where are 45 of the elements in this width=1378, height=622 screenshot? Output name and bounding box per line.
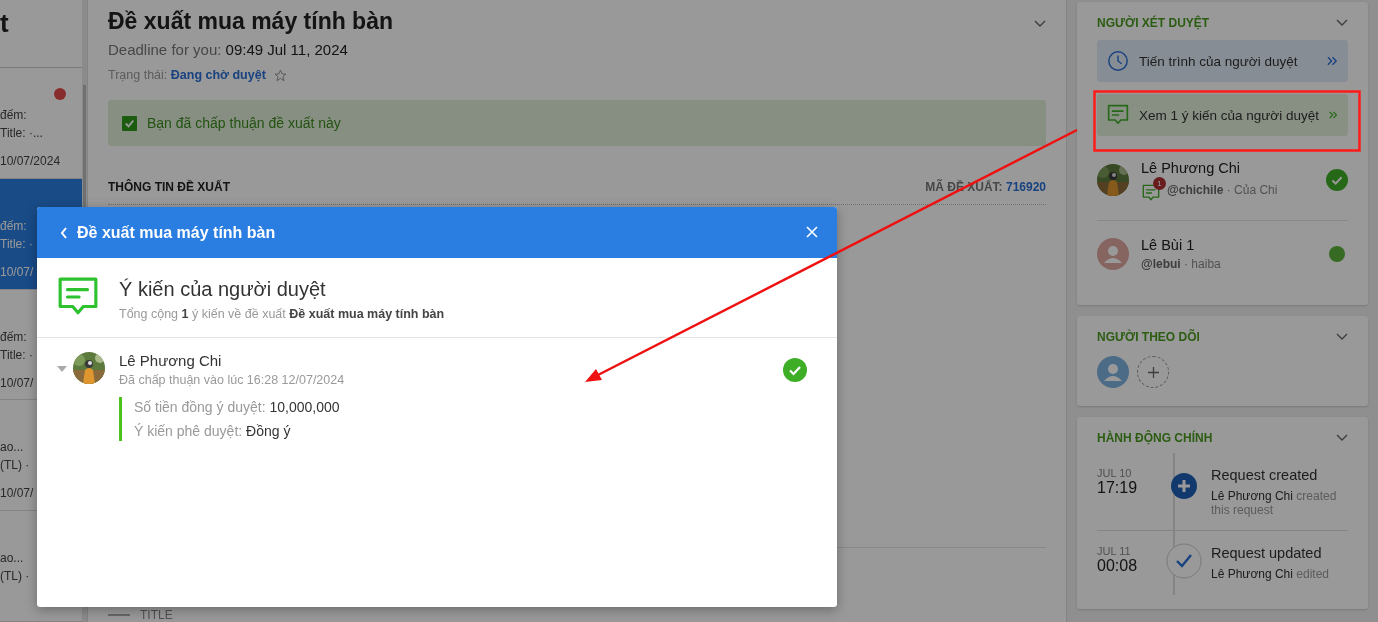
- item-text: ao...: [0, 551, 24, 566]
- comment-summary: Tổng cộng 1 ý kiến về đề xuất Đề xuất mua máy tính bàn: [119, 307, 445, 321]
- comment-time: Đã chấp thuận vào lúc 16:28 12/07/2024: [119, 373, 346, 387]
- card-title: NGƯỜI THEO DÕI: [1097, 330, 1200, 344]
- item-text: Title: ·...: [0, 126, 43, 141]
- notice-text: Bạn đã chấp thuận đề xuất này: [147, 115, 341, 131]
- deadline-text: Deadline for you: 09:49 Jul 11, 2024: [108, 41, 348, 58]
- request-code: MÃ ĐỀ XUẤT: 716920: [925, 180, 1046, 194]
- item-text: đếm:: [0, 108, 27, 123]
- event-time: 00:08: [1097, 556, 1139, 575]
- approver-handle: @chichile · Của Chi: [1167, 183, 1278, 197]
- item-date: 10/07/: [0, 264, 34, 279]
- event-time: 17:19: [1097, 479, 1139, 497]
- status-text: Trạng thái: Đang chờ duyệt: [108, 68, 266, 82]
- event-title: Request updated: [1211, 544, 1323, 561]
- approver-name: Lê Phương Chi: [1141, 160, 1242, 176]
- item-text: Title: ·: [0, 236, 33, 251]
- event-date: JUL 11: [1097, 544, 1132, 557]
- section-title: THÔNG TIN ĐỀ XUẤT: [108, 180, 230, 194]
- comment-field: Ý kiến phê duyệt: Đồng ý: [134, 423, 777, 439]
- item-date: 10/07/2024: [0, 154, 61, 169]
- commenter-name: Lê Phương Chi: [119, 352, 223, 369]
- dialog-title: Đề xuất mua máy tính bàn: [77, 223, 277, 242]
- item-text: (TL) ·: [0, 458, 30, 473]
- item-text: đếm:: [0, 329, 27, 344]
- card-title: NGƯỜI XÉT DUYỆT: [1097, 16, 1210, 30]
- page-title: t: [0, 8, 9, 39]
- item-text: (TL) ·: [0, 569, 30, 584]
- card-title: HÀNH ĐỘNG CHÍNH: [1097, 431, 1213, 445]
- comment-count-badge: 1: [1153, 177, 1166, 190]
- event-description: Lê Phương Chi created this request: [1211, 489, 1338, 518]
- event-title: Request created: [1211, 467, 1319, 483]
- approver-name: Lê Bùi 1: [1141, 237, 1196, 253]
- item-date: 10/07/: [0, 375, 34, 390]
- comment-field: Số tiền đồng ý duyệt: 10,000,000: [134, 399, 777, 415]
- item-date: 10/07/: [0, 486, 34, 501]
- approver-handle: @lebui · haiba: [1141, 257, 1221, 271]
- event-date: JUL 10: [1097, 467, 1133, 479]
- item-text: ao...: [0, 440, 24, 455]
- request-title: Đề xuất mua máy tính bàn: [108, 8, 393, 35]
- event-description: Lê Phương Chi edited: [1211, 566, 1330, 582]
- dialog-heading: Ý kiến của người duyệt: [119, 278, 327, 301]
- field-label: TITLE: [140, 608, 173, 622]
- item-text: Title: ·: [0, 347, 33, 362]
- item-text: đếm:: [0, 218, 27, 233]
